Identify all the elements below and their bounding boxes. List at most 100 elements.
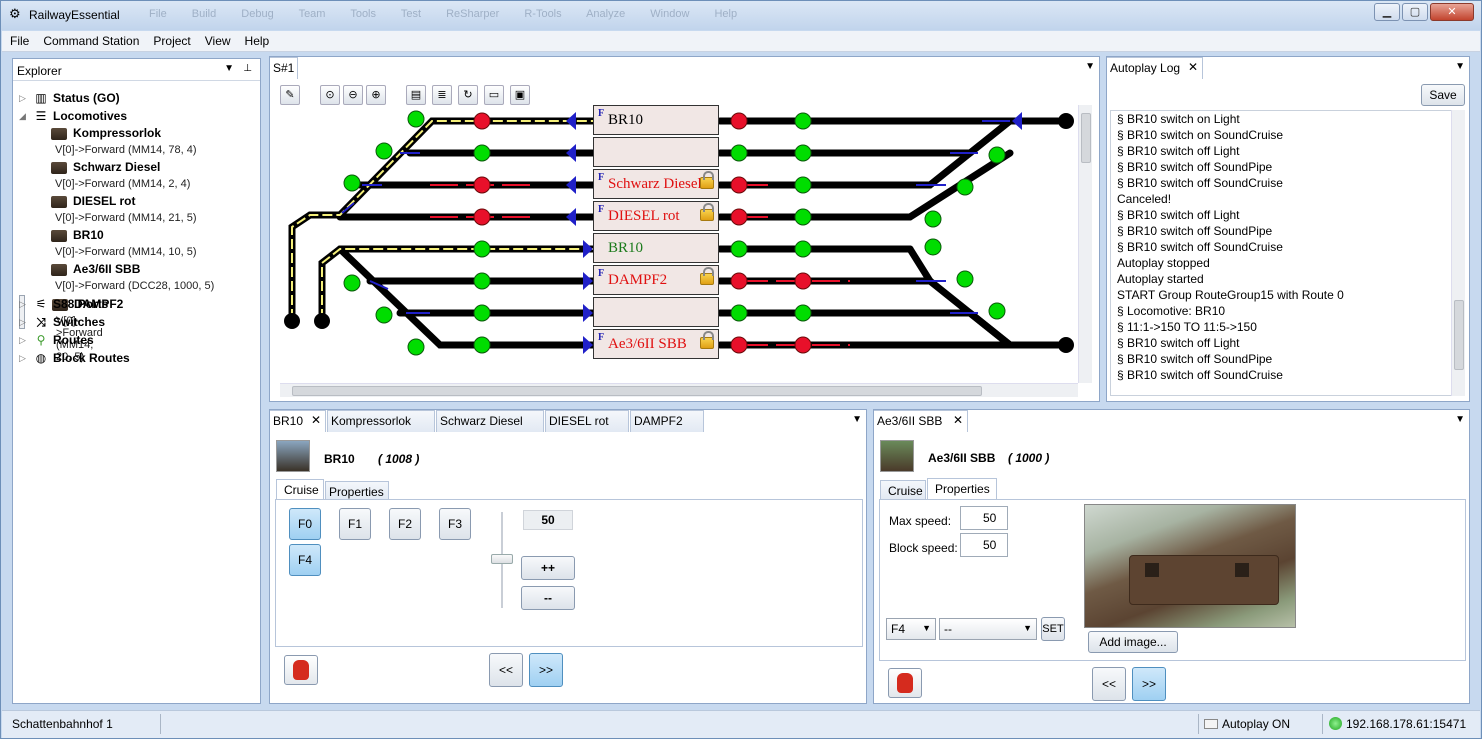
title-bar: ⚙ RailwayEssential File Build Debug Team…	[1, 1, 1481, 30]
function-f2-button[interactable]: F2	[389, 508, 421, 540]
expand-icon[interactable]: ▷	[19, 349, 29, 367]
locomotive-item[interactable]: Schwarz Diesel V[0]->Forward (MM14, 2, 4)	[19, 159, 259, 193]
menu-file[interactable]: File	[2, 31, 35, 48]
subtab-cruise[interactable]: Cruise	[880, 480, 926, 500]
save-button[interactable]: Save	[1421, 84, 1465, 106]
track-hscroll[interactable]	[280, 383, 1078, 397]
function-f0-button[interactable]: F0	[289, 508, 321, 540]
dropdown-icon[interactable]: ▼	[224, 63, 234, 74]
tab-kompressorlok[interactable]: Kompressorlok	[327, 410, 435, 432]
track-block[interactable]: F DIESEL rot	[593, 201, 719, 231]
track-block[interactable]: BR10	[593, 233, 719, 263]
log-vscroll[interactable]	[1451, 110, 1465, 396]
tree-node-switches[interactable]: ▷ ⤨ Switches	[19, 313, 259, 331]
tree-node-s88-ports[interactable]: ▷ ⚟ S88 Ports	[19, 295, 259, 313]
subtab-cruise[interactable]: Cruise	[276, 479, 324, 500]
track-block[interactable]: F Schwarz Diesel	[593, 169, 719, 199]
function-select[interactable]: F4 ▼	[886, 618, 936, 640]
track-block[interactable]: F Ae3/6II SBB	[593, 329, 719, 359]
direction-back-button[interactable]: <<	[489, 653, 523, 687]
scroll-thumb[interactable]	[1454, 300, 1464, 370]
direction-forward-button[interactable]: >>	[1132, 667, 1166, 701]
set-button[interactable]: SET	[1041, 617, 1065, 641]
tab-br10[interactable]: BR10 ✕	[270, 410, 326, 432]
locomotive-image	[1084, 504, 1296, 628]
tree-node-locomotives[interactable]: ◢ ☰ Locomotives	[19, 107, 259, 125]
menu-view[interactable]: View	[197, 31, 237, 48]
track-block[interactable]: F BR10	[593, 105, 719, 135]
scroll-thumb[interactable]	[292, 386, 982, 396]
block-speed-input[interactable]: 50	[960, 533, 1008, 557]
function-f3-button[interactable]: F3	[439, 508, 471, 540]
track-block[interactable]	[593, 297, 719, 327]
max-speed-input[interactable]: 50	[960, 506, 1008, 530]
block-label: BR10	[608, 240, 644, 256]
track-block[interactable]: F DAMPF2	[593, 265, 719, 295]
speed-slider-thumb[interactable]	[491, 554, 513, 564]
lock-icon	[700, 267, 714, 285]
panel-menu-icon[interactable]: ▼	[852, 414, 862, 425]
close-tab-icon[interactable]: ✕	[311, 413, 321, 427]
tab-ae36ii-sbb[interactable]: Ae3/6II SBB ✕	[874, 410, 968, 432]
expand-icon[interactable]: ▷	[19, 331, 29, 349]
close-tab-icon[interactable]: ✕	[1188, 60, 1198, 74]
log-line: § Locomotive: BR10	[1117, 304, 1226, 318]
locomotive-thumb-icon	[51, 128, 67, 140]
function-f4-button[interactable]: F4	[289, 544, 321, 576]
direction-back-button[interactable]: <<	[1092, 667, 1126, 701]
lock-icon	[700, 331, 714, 349]
log-line: § BR10 switch off Light	[1117, 336, 1240, 350]
log-line: Autoplay stopped	[1117, 256, 1210, 270]
lock-icon	[700, 203, 714, 221]
function-value-select[interactable]: -- ▼	[939, 618, 1037, 640]
tree-node-routes[interactable]: ▷ ⚲ Routes	[19, 331, 259, 349]
expand-icon[interactable]: ▷	[19, 295, 29, 313]
minimize-button[interactable]: ▁	[1374, 3, 1400, 21]
speed-plus-button[interactable]: ++	[521, 556, 575, 580]
log-line: § BR10 switch off Light	[1117, 208, 1240, 222]
app-icon: ⚙	[9, 6, 21, 21]
loco-address: ( 1008 )	[378, 452, 420, 466]
block-label: BR10	[608, 112, 644, 128]
locomotive-item[interactable]: DIESEL rot V[0]->Forward (MM14, 21, 5)	[19, 193, 259, 227]
panel-menu-icon[interactable]: ▼	[1455, 61, 1465, 72]
connection-ip: 192.168.178.61:15471	[1346, 717, 1467, 731]
tab-schwarz-diesel[interactable]: Schwarz Diesel	[436, 410, 544, 432]
emergency-stop-button[interactable]	[888, 668, 922, 698]
subtab-properties[interactable]: Properties	[325, 481, 389, 500]
scroll-thumb[interactable]	[1081, 113, 1091, 163]
locomotive-item[interactable]: Ae3/6II SBB V[0]->Forward (DCC28, 1000, 5…	[19, 261, 259, 295]
maximize-button[interactable]: ▢	[1402, 3, 1428, 21]
panel-menu-icon[interactable]: ▼	[1085, 61, 1095, 72]
menu-help[interactable]: Help	[237, 31, 276, 48]
emergency-stop-button[interactable]	[284, 655, 318, 685]
max-speed-label: Max speed:	[889, 514, 952, 528]
speed-minus-button[interactable]: --	[521, 586, 575, 610]
track-vscroll[interactable]	[1078, 105, 1092, 383]
pin-icon[interactable]: ⊥	[243, 63, 252, 74]
tree-node-status[interactable]: ▷ ▥ Status (GO)	[19, 89, 259, 107]
explorer-panel: Explorer ▼ ⊥ ▷ ▥ Status (GO) ◢ ☰ Locomotives…	[12, 58, 261, 704]
locomotive-item[interactable]: Kompressorlok V[0]->Forward (MM14, 78, 4)	[19, 125, 259, 159]
panel-menu-icon[interactable]: ▼	[1455, 414, 1465, 425]
menu-command-station[interactable]: Command Station	[35, 31, 145, 48]
close-tab-icon[interactable]: ✕	[953, 413, 963, 427]
tab-dampf2[interactable]: DAMPF2	[630, 410, 704, 432]
close-button[interactable]: ✕	[1430, 3, 1474, 21]
add-image-button[interactable]: Add image...	[1088, 631, 1178, 653]
log-line: § BR10 switch off Light	[1117, 144, 1240, 158]
menu-project[interactable]: Project	[145, 31, 196, 48]
tree-node-block-routes[interactable]: ▷ ◍ Block Routes	[19, 349, 259, 367]
tab-autoplay-log[interactable]: Autoplay Log ✕	[1107, 57, 1203, 79]
tab-diesel-rot[interactable]: DIESEL rot	[545, 410, 629, 432]
direction-forward-button[interactable]: >>	[529, 653, 563, 687]
collapse-icon[interactable]: ◢	[19, 107, 29, 125]
track-block[interactable]	[593, 137, 719, 167]
function-f1-button[interactable]: F1	[339, 508, 371, 540]
chevron-down-icon: ▼	[1023, 623, 1032, 633]
expand-icon[interactable]: ▷	[19, 89, 29, 107]
locomotive-item[interactable]: BR10 V[0]->Forward (MM14, 10, 5)	[19, 227, 259, 261]
expand-icon[interactable]: ▷	[19, 313, 29, 331]
autoplay-status: Autoplay ON	[1222, 717, 1291, 731]
subtab-properties[interactable]: Properties	[927, 478, 997, 500]
